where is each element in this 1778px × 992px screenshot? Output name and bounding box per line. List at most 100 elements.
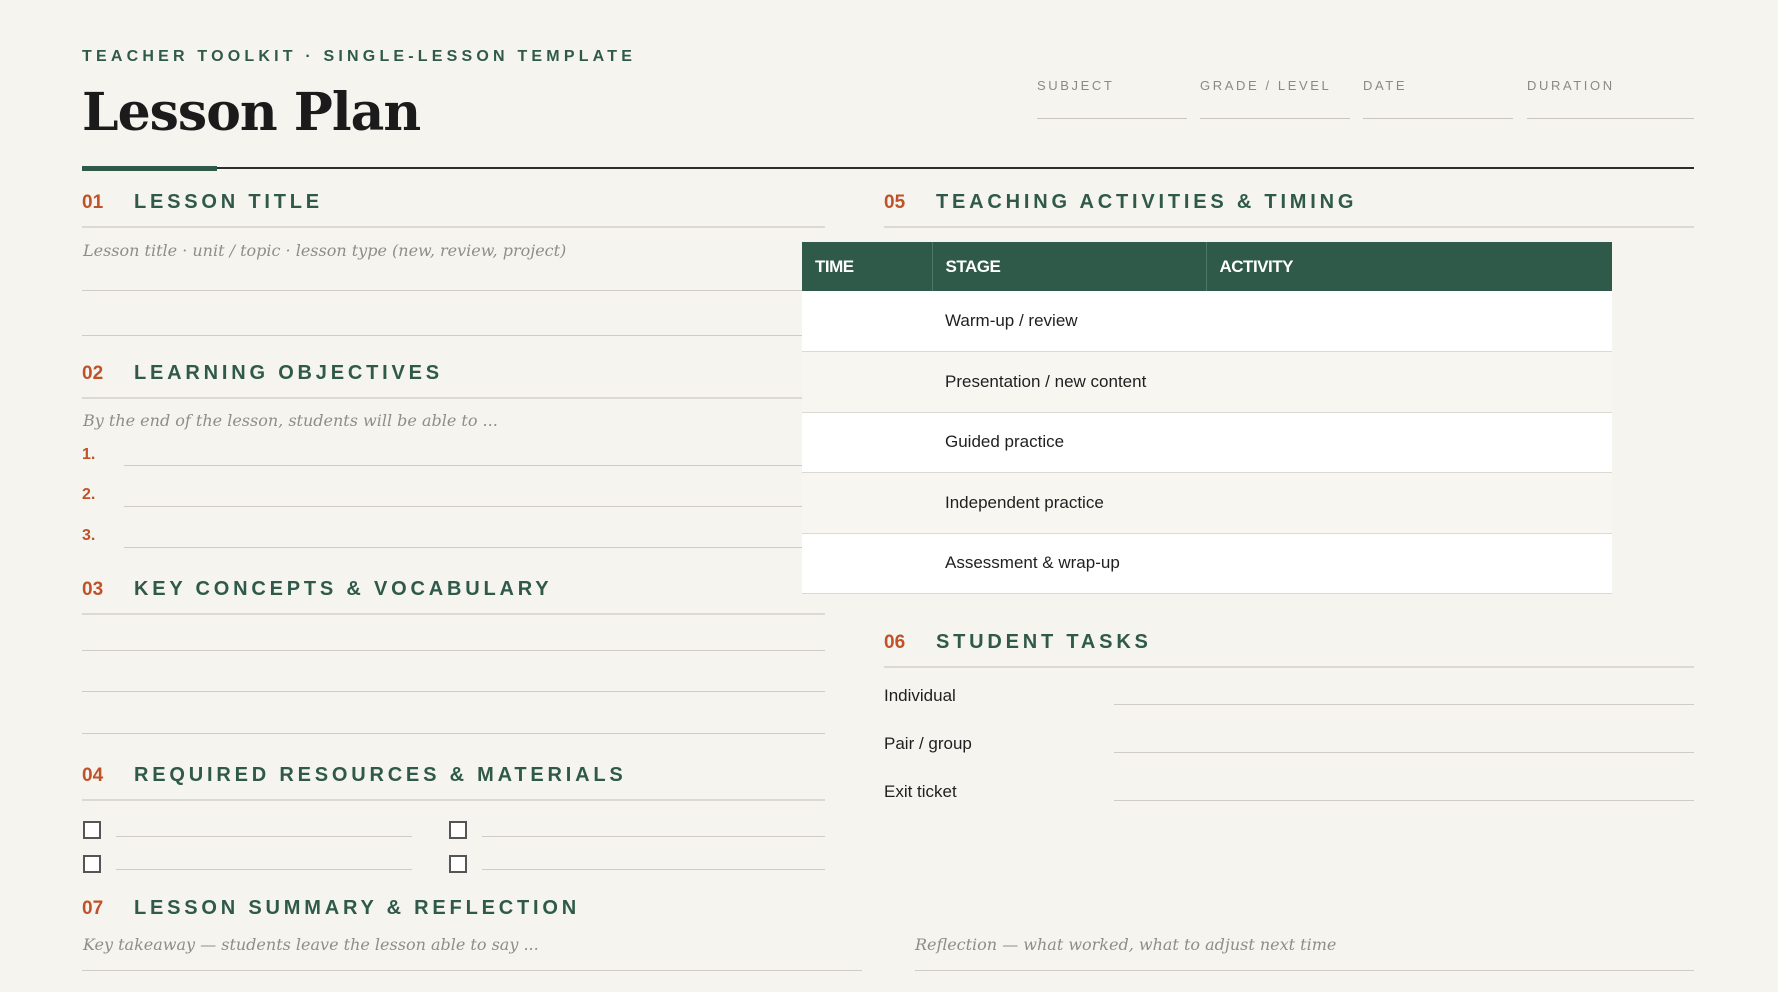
section-rule	[884, 226, 1694, 228]
page-title: Lesson Plan	[82, 82, 421, 143]
section-heading: STUDENT TASKS	[936, 631, 1152, 653]
activity-cell[interactable]	[1206, 472, 1612, 534]
task-line[interactable]	[1114, 800, 1694, 801]
objective-line[interactable]	[124, 506, 825, 507]
section-rule	[82, 226, 825, 228]
section-heading: TEACHING ACTIVITIES & TIMING	[936, 191, 1358, 213]
task-line[interactable]	[1114, 704, 1694, 705]
section-number: 06	[884, 632, 906, 653]
takeaway-line[interactable]	[82, 970, 862, 971]
lesson-title-line[interactable]	[82, 290, 825, 291]
activity-cell[interactable]	[1206, 533, 1612, 594]
date-label: DATE	[1363, 78, 1408, 93]
resource-checkbox[interactable]	[449, 855, 467, 873]
column-header-time: TIME	[802, 242, 932, 291]
header-divider	[82, 167, 1694, 169]
section-rule	[884, 666, 1694, 668]
column-header-stage: STAGE	[931, 242, 1206, 291]
section-rule	[82, 613, 825, 615]
stage-cell: Warm-up / review	[932, 291, 1206, 352]
time-cell[interactable]	[802, 533, 932, 594]
time-cell[interactable]	[802, 351, 932, 413]
stage-cell: Presentation / new content	[932, 351, 1206, 413]
objectives-hint: By the end of the lesson, students will …	[83, 411, 498, 430]
time-cell[interactable]	[802, 291, 932, 352]
section-number: 05	[884, 192, 906, 213]
lesson-title-line[interactable]	[82, 335, 825, 336]
task-line[interactable]	[1114, 752, 1694, 753]
resource-line[interactable]	[482, 869, 825, 870]
section-student-tasks: 06 STUDENT TASKS	[884, 631, 1152, 654]
date-line	[1363, 118, 1513, 119]
activity-cell[interactable]	[1206, 291, 1612, 352]
section-number: 04	[82, 765, 104, 786]
section-heading: LESSON SUMMARY & REFLECTION	[134, 897, 580, 919]
duration-field[interactable]: DURATION	[1527, 78, 1694, 119]
objective-line[interactable]	[124, 547, 825, 548]
table-row: Independent practice	[802, 472, 1612, 534]
section-key-concepts: 03 KEY CONCEPTS & VOCABULARY	[82, 578, 552, 601]
resource-checkbox[interactable]	[83, 855, 101, 873]
section-rule	[82, 397, 825, 399]
grade-field[interactable]: GRADE / LEVEL	[1200, 78, 1350, 119]
activities-table: TIME STAGE ACTIVITY Warm-up / review Pre…	[802, 242, 1612, 594]
section-rule	[82, 799, 825, 801]
stage-cell: Guided practice	[932, 412, 1206, 473]
resource-checkbox[interactable]	[83, 821, 101, 839]
section-learning-objectives: 02 LEARNING OBJECTIVES	[82, 362, 443, 385]
duration-line	[1527, 118, 1694, 119]
grade-label: GRADE / LEVEL	[1200, 78, 1332, 93]
stage-cell: Independent practice	[932, 472, 1206, 534]
resource-line[interactable]	[482, 836, 825, 837]
concepts-line[interactable]	[82, 650, 825, 651]
reflection-line[interactable]	[915, 970, 1694, 971]
time-cell[interactable]	[802, 412, 932, 473]
objective-number: 3.	[82, 527, 96, 544]
table-row: Assessment & wrap-up	[802, 533, 1612, 594]
resource-line[interactable]	[116, 836, 412, 837]
concepts-line[interactable]	[82, 691, 825, 692]
section-teaching-activities: 05 TEACHING ACTIVITIES & TIMING	[884, 191, 1357, 214]
section-number: 07	[82, 898, 104, 919]
section-resources: 04 REQUIRED RESOURCES & MATERIALS	[82, 764, 627, 787]
task-label: Individual	[884, 686, 956, 705]
table-header-row: TIME STAGE ACTIVITY	[802, 242, 1612, 291]
table-row: Warm-up / review	[802, 291, 1612, 352]
section-heading: REQUIRED RESOURCES & MATERIALS	[134, 764, 627, 786]
subject-field[interactable]: SUBJECT	[1037, 78, 1187, 119]
reflection-hint: Reflection — what worked, what to adjust…	[915, 935, 1337, 954]
activity-cell[interactable]	[1206, 412, 1612, 473]
header-accent-bar	[82, 166, 217, 171]
task-label: Pair / group	[884, 734, 972, 753]
activity-cell[interactable]	[1206, 351, 1612, 413]
concepts-line[interactable]	[82, 733, 825, 734]
table-row: Guided practice	[802, 412, 1612, 473]
grade-line	[1200, 118, 1350, 119]
objective-number: 1.	[82, 446, 96, 463]
section-number: 01	[82, 192, 104, 213]
column-header-activity: ACTIVITY	[1205, 242, 1612, 291]
section-number: 02	[82, 363, 104, 384]
subject-label: SUBJECT	[1037, 78, 1115, 93]
section-heading: LESSON TITLE	[134, 191, 323, 213]
section-heading: LEARNING OBJECTIVES	[134, 362, 443, 384]
section-heading: KEY CONCEPTS & VOCABULARY	[134, 578, 553, 600]
resource-line[interactable]	[116, 869, 412, 870]
time-cell[interactable]	[802, 472, 932, 534]
lesson-title-hint: Lesson title · unit / topic · lesson typ…	[83, 241, 567, 260]
takeaway-hint: Key takeaway — students leave the lesson…	[83, 935, 539, 954]
lesson-plan-page: TEACHER TOOLKIT · SINGLE-LESSON TEMPLATE…	[82, 0, 1694, 992]
section-number: 03	[82, 579, 104, 600]
objective-number: 2.	[82, 486, 96, 503]
table-row: Presentation / new content	[802, 351, 1612, 413]
objective-line[interactable]	[124, 465, 825, 466]
section-lesson-title: 01 LESSON TITLE	[82, 191, 323, 214]
section-summary-reflection: 07 LESSON SUMMARY & REFLECTION	[82, 897, 580, 920]
resource-checkbox[interactable]	[449, 821, 467, 839]
subject-line	[1037, 118, 1187, 119]
stage-cell: Assessment & wrap-up	[932, 533, 1206, 594]
eyebrow-label: TEACHER TOOLKIT · SINGLE-LESSON TEMPLATE	[82, 48, 637, 65]
task-label: Exit ticket	[884, 782, 957, 801]
date-field[interactable]: DATE	[1363, 78, 1513, 119]
duration-label: DURATION	[1527, 78, 1615, 93]
